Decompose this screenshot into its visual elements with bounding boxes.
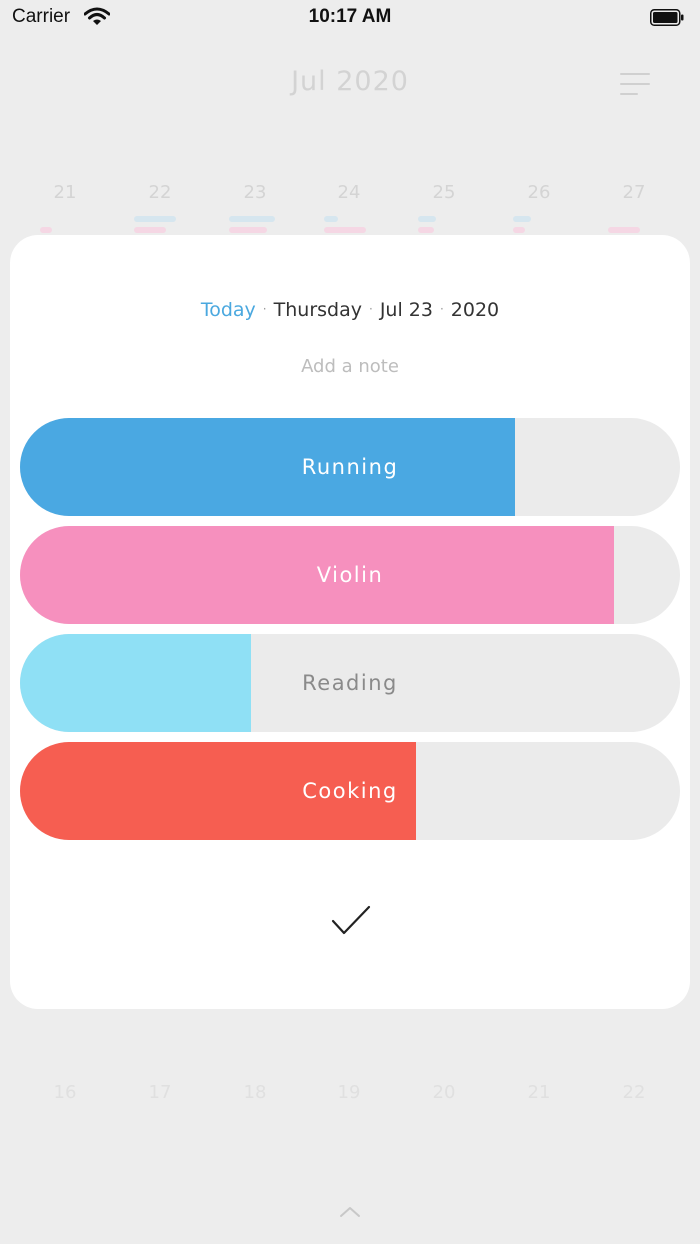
- separator-dot: ·: [439, 302, 444, 316]
- date-header: Today · Thursday · Jul 23 · 2020: [10, 299, 690, 321]
- habit-bar-running[interactable]: Running: [20, 418, 680, 516]
- day-detail-card: Today · Thursday · Jul 23 · 2020 Add a note Ru…: [10, 235, 690, 1009]
- habit-label: Cooking: [302, 779, 398, 803]
- separator-dot: ·: [368, 302, 373, 316]
- day-number[interactable]: 27: [604, 182, 664, 203]
- month-title: Jul 2020: [291, 66, 409, 97]
- day-number[interactable]: 20: [414, 1082, 474, 1103]
- checkmark-icon[interactable]: [330, 903, 374, 939]
- day-number[interactable]: 24: [319, 182, 379, 203]
- habit-label: Reading: [302, 671, 398, 695]
- day-number[interactable]: 21: [35, 182, 95, 203]
- habit-label: Running: [301, 455, 399, 479]
- day-number[interactable]: 21: [509, 1082, 569, 1103]
- chevron-up-icon[interactable]: [338, 1204, 362, 1218]
- status-time: 10:17 AM: [308, 6, 392, 27]
- today-label: Today: [200, 299, 256, 321]
- day-number[interactable]: 22: [604, 1082, 664, 1103]
- day-number[interactable]: 16: [35, 1082, 95, 1103]
- habit-bar-cooking[interactable]: Cooking: [20, 742, 680, 840]
- weekday-label: Thursday: [273, 299, 362, 321]
- day-number[interactable]: 23: [225, 182, 285, 203]
- add-note-field[interactable]: Add a note: [10, 356, 690, 377]
- habit-label: Violin: [316, 563, 384, 587]
- day-number[interactable]: 25: [414, 182, 474, 203]
- menu-icon[interactable]: [620, 72, 650, 96]
- battery-icon: [650, 9, 684, 26]
- separator-dot: ·: [262, 302, 267, 316]
- habit-bar-reading[interactable]: Reading: [20, 634, 680, 732]
- status-bar: Carrier 10:17 AM: [0, 0, 700, 36]
- day-number[interactable]: 19: [319, 1082, 379, 1103]
- year-label: 2020: [450, 299, 500, 321]
- date-label: Jul 23: [379, 299, 433, 321]
- day-number[interactable]: 26: [509, 182, 569, 203]
- day-number[interactable]: 22: [130, 182, 190, 203]
- day-number[interactable]: 18: [225, 1082, 285, 1103]
- habit-bar-violin[interactable]: Violin: [20, 526, 680, 624]
- day-number[interactable]: 17: [130, 1082, 190, 1103]
